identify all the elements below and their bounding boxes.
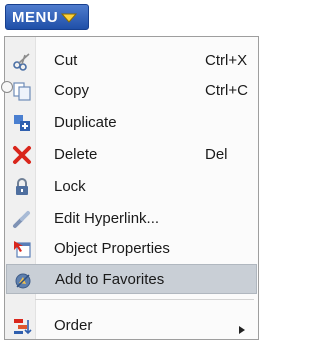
menu-item-lock[interactable]: Lock [6, 171, 257, 201]
lock-icon [12, 177, 32, 197]
menu-item-object-properties[interactable]: Object Properties [6, 233, 257, 263]
menu-separator [35, 299, 254, 300]
duplicate-icon [12, 113, 32, 133]
caret-down-icon [61, 11, 78, 23]
menu-item-copy[interactable]: Copy Ctrl+C [6, 75, 257, 105]
scissors-icon [12, 51, 32, 71]
menu-item-label: Edit Hyperlink... [54, 209, 160, 227]
delete-x-icon [12, 145, 32, 165]
menu-item-label: Order [54, 316, 93, 334]
menu-item-delete[interactable]: Delete Del [6, 139, 257, 169]
favorites-icon [13, 271, 33, 291]
context-menu: Cut Ctrl+X Copy Ctrl+C Duplicate Delete … [1, 36, 259, 340]
menu-item-add-to-favorites[interactable]: Add to Favorites [6, 264, 257, 294]
menu-item-label: Lock [54, 177, 86, 195]
menu-item-label: Cut [54, 51, 78, 69]
copy-icon [12, 81, 32, 101]
menu-item-label: Object Properties [54, 239, 170, 257]
menu-item-label: Copy [54, 81, 90, 99]
menu-item-label: Delete [54, 145, 98, 163]
submenu-arrow-icon [239, 321, 245, 334]
menu-button-label: MENU [12, 8, 59, 26]
shortcut-text: Del [205, 145, 228, 163]
menu-item-label: Add to Favorites [55, 270, 165, 288]
shortcut-text: Ctrl+X [205, 51, 248, 69]
properties-icon [12, 239, 32, 259]
menu-item-cut[interactable]: Cut Ctrl+X [6, 45, 257, 75]
menu-item-label: Duplicate [54, 113, 117, 131]
shortcut-text: Ctrl+C [205, 81, 248, 99]
menu-item-duplicate[interactable]: Duplicate [6, 107, 257, 137]
menu-item-order[interactable]: Order [6, 310, 257, 340]
menu-button[interactable]: MENU [5, 4, 89, 30]
order-icon [12, 316, 32, 336]
menu-item-edit-hyperlink[interactable]: Edit Hyperlink... [6, 203, 257, 233]
link-icon [12, 209, 32, 229]
